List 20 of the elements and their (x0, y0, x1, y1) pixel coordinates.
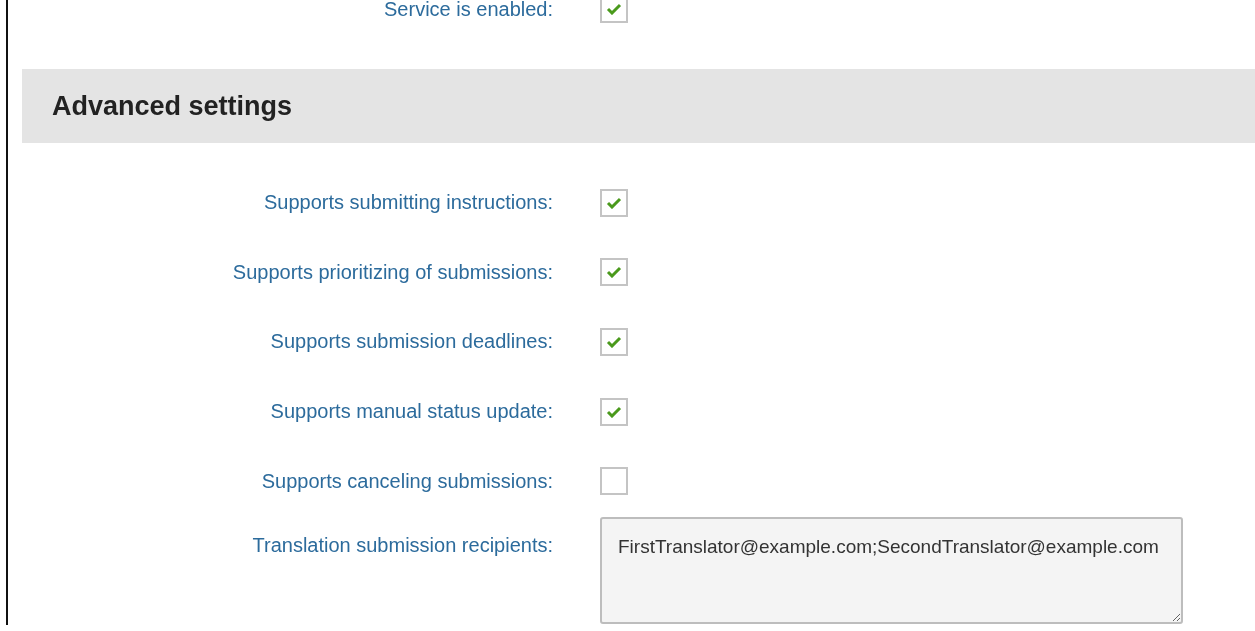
field-label: Supports prioritizing of submissions: (232, 260, 553, 284)
checkbox[interactable] (600, 397, 628, 426)
check-icon (606, 3, 622, 15)
field-label: Translation submission recipients: (252, 533, 553, 557)
recipients-field[interactable]: FirstTranslator@example.com;SecondTranslator@example.com (600, 516, 1183, 624)
checkbox[interactable] (600, 258, 628, 287)
check-icon (606, 266, 622, 279)
checkbox[interactable] (600, 0, 628, 23)
check-icon (606, 336, 622, 348)
checkbox[interactable] (600, 467, 628, 496)
field-label: Supports canceling submissions: (261, 469, 553, 493)
check-icon (606, 196, 622, 209)
section-title: Advanced settings (52, 90, 293, 122)
field-label: Supports submission deadlines: (270, 330, 553, 354)
check-icon (606, 405, 622, 418)
field-label: Supports manual status update: (270, 400, 553, 424)
field-label: Supports submitting instructions: (263, 191, 553, 215)
field-label: Service is enabled: (384, 0, 553, 21)
checkbox[interactable] (600, 328, 628, 356)
checkbox[interactable] (600, 188, 628, 217)
